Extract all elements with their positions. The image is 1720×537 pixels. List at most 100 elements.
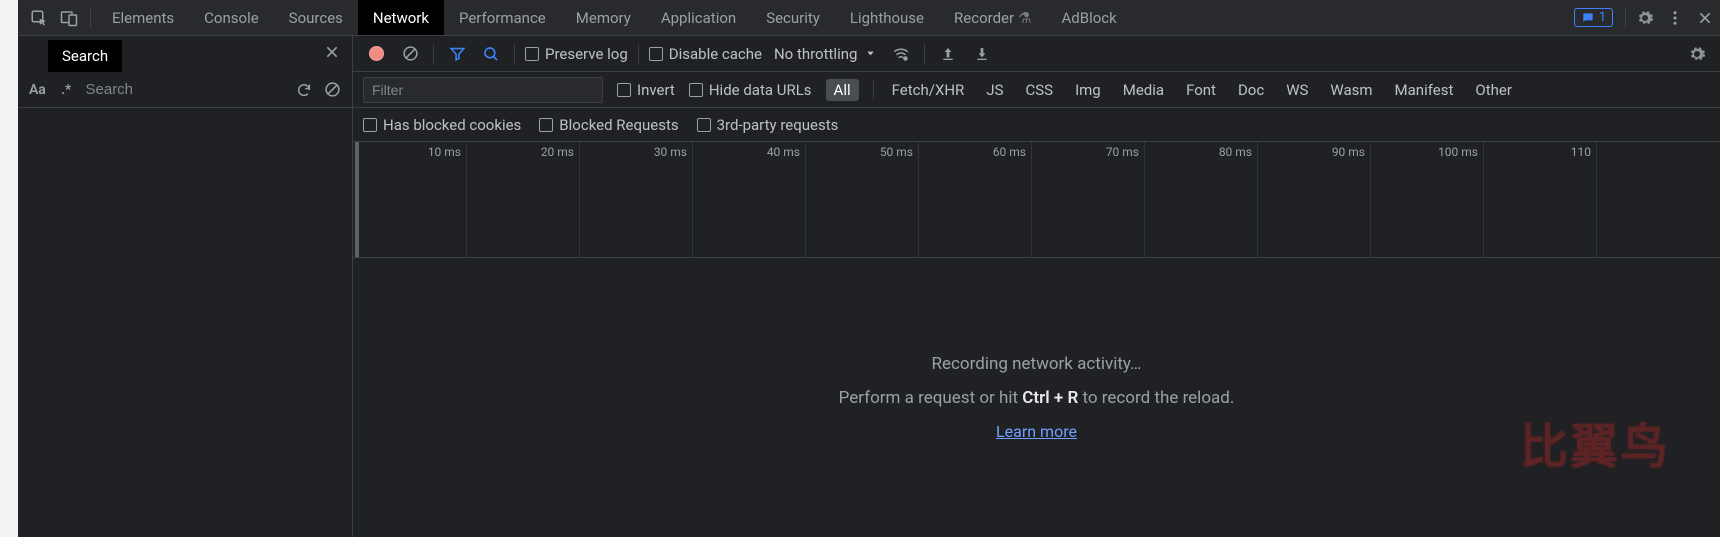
- close-search-icon[interactable]: [324, 44, 340, 60]
- timeline-tick: 80 ms: [1257, 142, 1258, 258]
- separator: [514, 44, 515, 64]
- tick-label: 90 ms: [1332, 145, 1365, 159]
- search-drawer-tab[interactable]: Search: [48, 40, 122, 72]
- hint-key: Ctrl + R: [1022, 388, 1078, 408]
- more-icon[interactable]: [1660, 0, 1690, 36]
- checkbox-icon: [697, 118, 711, 132]
- chat-icon: [1581, 11, 1595, 25]
- cb-label: Disable cache: [669, 45, 762, 63]
- separator: [924, 44, 925, 64]
- panel-tabs: Elements Console Sources Network Perform…: [97, 0, 1132, 35]
- empty-hint: Perform a request or hit Ctrl + R to rec…: [839, 388, 1235, 408]
- record-dot-icon: [369, 46, 384, 61]
- tab-elements[interactable]: Elements: [97, 0, 189, 35]
- refresh-search-icon[interactable]: [293, 77, 316, 103]
- type-other[interactable]: Other: [1471, 79, 1516, 101]
- search-panel: Search Aa .*: [18, 36, 353, 537]
- tab-label: Elements: [112, 9, 174, 27]
- type-font[interactable]: Font: [1182, 79, 1220, 101]
- type-manifest[interactable]: Manifest: [1391, 79, 1458, 101]
- record-button[interactable]: [363, 41, 389, 67]
- learn-more-link[interactable]: Learn more: [996, 422, 1077, 441]
- timeline-tick: 20 ms: [579, 142, 580, 258]
- devtools-root: Elements Console Sources Network Perform…: [18, 0, 1720, 537]
- type-doc[interactable]: Doc: [1234, 79, 1268, 101]
- tab-security[interactable]: Security: [751, 0, 835, 35]
- hint-before: Perform a request or hit: [839, 388, 1023, 408]
- tab-recorder[interactable]: Recorder⚗: [939, 0, 1047, 35]
- filter-input[interactable]: [363, 77, 603, 103]
- tab-label: Security: [766, 9, 820, 27]
- tick-label: 60 ms: [993, 145, 1026, 159]
- tab-network[interactable]: Network: [358, 0, 444, 35]
- upload-har-icon[interactable]: [935, 41, 961, 67]
- issues-button[interactable]: 1: [1574, 8, 1613, 27]
- timeline-tick: 110: [1596, 142, 1597, 258]
- tick-label: 80 ms: [1219, 145, 1252, 159]
- network-settings-icon[interactable]: [1684, 41, 1710, 67]
- tab-lighthouse[interactable]: Lighthouse: [835, 0, 939, 35]
- type-wasm[interactable]: Wasm: [1326, 79, 1376, 101]
- settings-icon[interactable]: [1630, 0, 1660, 36]
- match-case-button[interactable]: Aa: [26, 77, 49, 103]
- checkbox-icon: [617, 83, 631, 97]
- close-devtools-icon[interactable]: [1690, 0, 1720, 36]
- cb-label: Has blocked cookies: [383, 116, 521, 134]
- invert-checkbox[interactable]: Invert: [617, 81, 675, 99]
- filter-bar-2: Has blocked cookies Blocked Requests 3rd…: [353, 108, 1720, 142]
- hint-after: to record the reload.: [1078, 388, 1234, 408]
- tab-memory[interactable]: Memory: [561, 0, 646, 35]
- watermark: 比翼鸟: [1520, 407, 1670, 477]
- chevron-down-icon: [865, 48, 876, 59]
- main-tabbar: Elements Console Sources Network Perform…: [18, 0, 1720, 36]
- checkbox-icon: [525, 47, 539, 61]
- type-img[interactable]: Img: [1071, 79, 1105, 101]
- download-har-icon[interactable]: [969, 41, 995, 67]
- tick-label: 10 ms: [428, 145, 461, 159]
- search-input[interactable]: [84, 77, 287, 102]
- regex-button[interactable]: .*: [55, 77, 78, 103]
- separator: [433, 44, 434, 64]
- blocked-requests-checkbox[interactable]: Blocked Requests: [539, 116, 678, 134]
- timeline-overview[interactable]: 10 ms20 ms30 ms40 ms50 ms60 ms70 ms80 ms…: [353, 142, 1720, 258]
- third-party-checkbox[interactable]: 3rd-party requests: [697, 116, 839, 134]
- device-toolbar-icon[interactable]: [54, 0, 84, 36]
- tab-performance[interactable]: Performance: [444, 0, 561, 35]
- tick-label: 100 ms: [1438, 145, 1478, 159]
- type-css[interactable]: CSS: [1021, 79, 1057, 101]
- type-media[interactable]: Media: [1119, 79, 1168, 101]
- network-conditions-icon[interactable]: [888, 41, 914, 67]
- checkbox-icon: [363, 118, 377, 132]
- type-js[interactable]: JS: [982, 79, 1007, 101]
- preserve-log-checkbox[interactable]: Preserve log: [525, 45, 628, 63]
- blocked-cookies-checkbox[interactable]: Has blocked cookies: [363, 116, 521, 134]
- network-toolbar: Preserve log Disable cache No throttling: [353, 36, 1720, 72]
- type-ws[interactable]: WS: [1282, 79, 1312, 101]
- tab-label: Performance: [459, 9, 546, 27]
- tick-label: 110: [1571, 145, 1591, 159]
- inspect-element-icon[interactable]: [24, 0, 54, 36]
- search-controls: Aa .*: [18, 72, 352, 108]
- type-all[interactable]: All: [826, 79, 859, 101]
- search-toggle-icon[interactable]: [478, 41, 504, 67]
- tab-adblock[interactable]: AdBlock: [1047, 0, 1132, 35]
- clear-search-icon[interactable]: [321, 77, 344, 103]
- timeline-tick: 40 ms: [805, 142, 806, 258]
- timeline-tick: 90 ms: [1370, 142, 1371, 258]
- type-fetch[interactable]: Fetch/XHR: [888, 79, 969, 101]
- network-panel: Preserve log Disable cache No throttling: [353, 36, 1720, 537]
- tab-label: AdBlock: [1062, 9, 1117, 27]
- timeline-tick: 70 ms: [1144, 142, 1145, 258]
- disable-cache-checkbox[interactable]: Disable cache: [649, 45, 762, 63]
- hide-data-urls-checkbox[interactable]: Hide data URLs: [689, 81, 812, 99]
- filter-toggle-icon[interactable]: [444, 41, 470, 67]
- issues-count: 1: [1599, 10, 1606, 25]
- tab-application[interactable]: Application: [646, 0, 751, 35]
- tab-console[interactable]: Console: [189, 0, 274, 35]
- tab-sources[interactable]: Sources: [274, 0, 358, 35]
- window-gutter: [0, 0, 18, 537]
- tick-label: 20 ms: [541, 145, 574, 159]
- clear-button[interactable]: [397, 41, 423, 67]
- cb-label: Hide data URLs: [709, 81, 812, 99]
- throttling-select[interactable]: No throttling: [770, 45, 880, 63]
